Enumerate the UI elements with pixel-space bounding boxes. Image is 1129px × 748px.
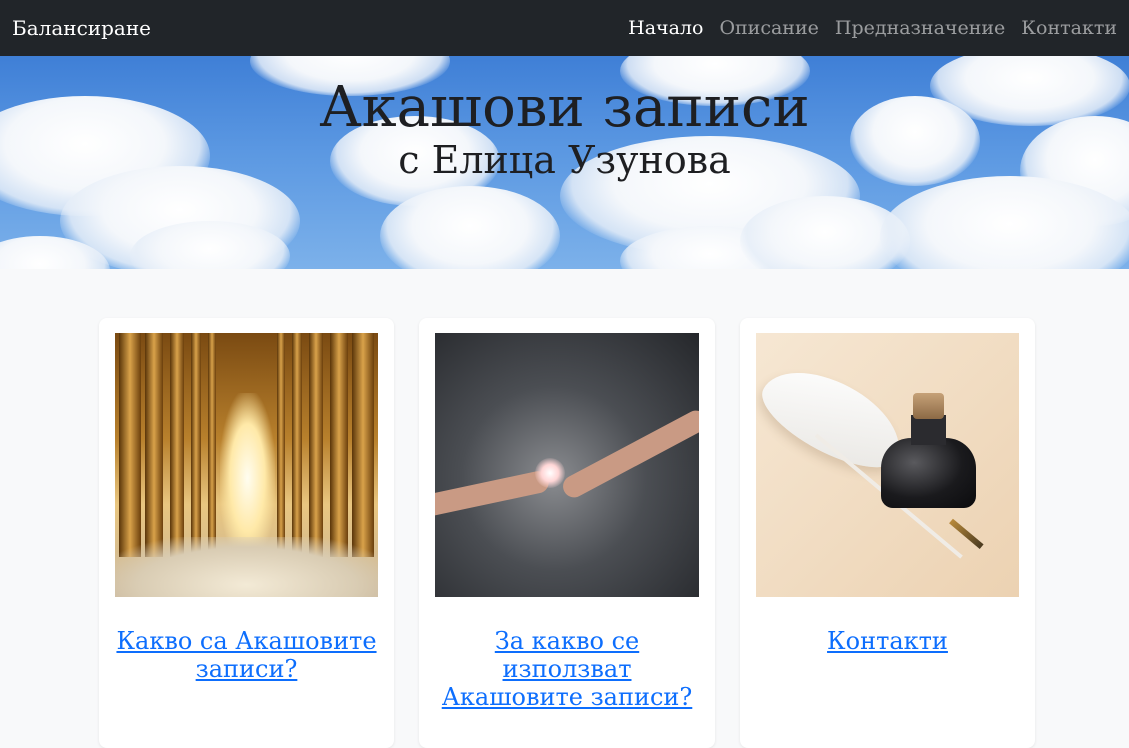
nav-menu: Начало Описание Предназначение Контакти bbox=[628, 17, 1117, 39]
card-contacts: Контакти bbox=[740, 318, 1035, 748]
card-grid: Какво са Акашовите записи? За какво се и… bbox=[99, 318, 1035, 748]
hero-title: Акашови записи bbox=[319, 75, 810, 140]
nav-item-purpose[interactable]: Предназначение bbox=[835, 17, 1005, 39]
quill-and-ink-image bbox=[756, 333, 1019, 597]
hero-subtitle: с Елица Узунова bbox=[398, 138, 731, 182]
nav-item-contacts[interactable]: Контакти bbox=[1021, 17, 1117, 39]
card-uses: За какво се използват Акашовите записи? bbox=[419, 318, 715, 748]
hero-banner: Акашови записи с Елица Узунова bbox=[0, 56, 1129, 269]
navbar-brand[interactable]: Балансиране bbox=[12, 16, 151, 40]
link-what-are-records[interactable]: Какво са Акашовите записи? bbox=[115, 627, 378, 683]
touching-hands-image bbox=[435, 333, 699, 597]
navbar: Балансиране Начало Описание Предназначен… bbox=[0, 0, 1129, 56]
link-contacts[interactable]: Контакти bbox=[756, 627, 1019, 655]
nav-item-home[interactable]: Начало bbox=[628, 17, 703, 39]
link-uses[interactable]: За какво се използват Акашовите записи? bbox=[435, 627, 699, 711]
golden-hall-image bbox=[115, 333, 378, 597]
card-what-are-records: Какво са Акашовите записи? bbox=[99, 318, 394, 748]
nav-item-description[interactable]: Описание bbox=[719, 17, 818, 39]
hero-text: Акашови записи с Елица Узунова bbox=[0, 74, 1129, 182]
